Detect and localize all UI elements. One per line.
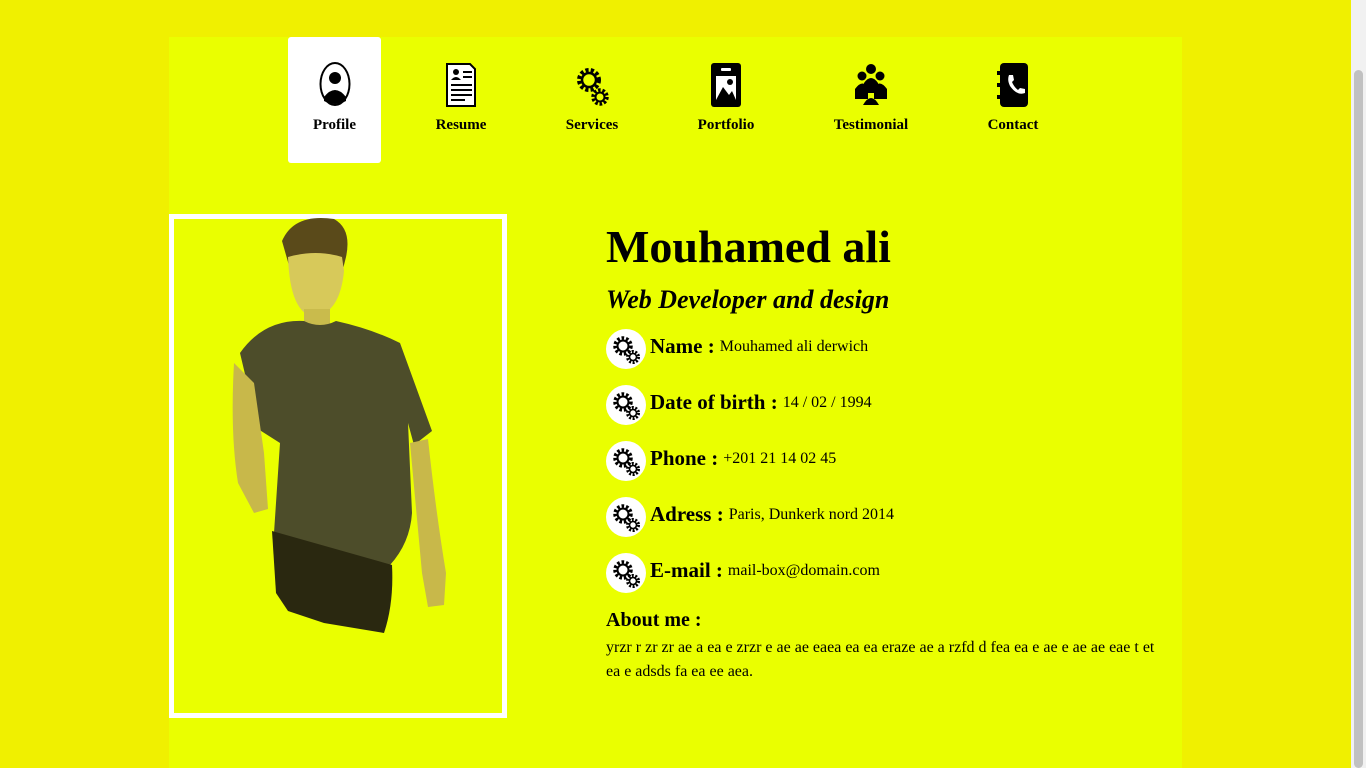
info-row-address: Adress : Paris, Dunkerk nord 2014 — [606, 497, 1166, 537]
field-value: Paris, Dunkerk nord 2014 — [728, 506, 895, 523]
about-heading: About me : — [606, 609, 702, 631]
scrollbar-thumb[interactable] — [1354, 70, 1363, 768]
gear-icon — [606, 553, 646, 593]
top-nav: Profile Resume Services Portfolio Testim… — [288, 37, 1093, 163]
field-value: Mouhamed ali derwich — [719, 338, 869, 355]
nav-label: Services — [565, 117, 619, 133]
field-label: Phone : — [650, 445, 719, 470]
profile-title: Web Developer and design — [606, 285, 890, 314]
info-row-email: E-mail : mail-box@domain.com — [606, 553, 1166, 593]
person-photo — [232, 217, 446, 633]
nav-item-contact[interactable]: Contact — [933, 37, 1093, 163]
resume-icon — [446, 63, 476, 107]
profile-icon — [319, 62, 350, 106]
scrollbar[interactable] — [1351, 0, 1366, 768]
gear-icon — [606, 441, 646, 481]
profile-info: Mouhamed ali Web Developer and design Na… — [606, 217, 1166, 684]
field-label: E-mail : — [650, 557, 723, 582]
nav-item-portfolio[interactable]: Portfolio — [643, 37, 809, 163]
profile-name: Mouhamed ali — [606, 221, 891, 272]
gears-icon — [577, 68, 609, 106]
phone-book-icon — [997, 63, 1028, 107]
info-row-name: Name : Mouhamed ali derwich — [606, 329, 1166, 369]
nav-label: Testimonial — [833, 117, 909, 133]
nav-item-testimonial[interactable]: Testimonial — [809, 37, 933, 163]
nav-label: Contact — [987, 117, 1039, 133]
nav-item-profile[interactable]: Profile — [288, 37, 381, 163]
nav-item-resume[interactable]: Resume — [381, 37, 541, 163]
info-row-phone: Phone : +201 21 14 02 45 — [606, 441, 1166, 481]
portfolio-icon — [711, 63, 741, 107]
nav-item-services[interactable]: Services — [541, 37, 643, 163]
about-text: yrzr r zr zr ae a ea e zrzr e ae ae eaea… — [606, 639, 1155, 680]
profile-photo — [169, 214, 507, 718]
field-label: Adress : — [650, 501, 724, 526]
nav-label: Portfolio — [697, 117, 755, 133]
field-label: Date of birth : — [650, 389, 778, 414]
field-label: Name : — [650, 333, 715, 358]
people-icon — [855, 64, 887, 105]
main-panel: Profile Resume Services Portfolio Testim… — [169, 37, 1182, 768]
gear-icon — [606, 329, 646, 369]
gear-icon — [606, 497, 646, 537]
info-row-dob: Date of birth : 14 / 02 / 1994 — [606, 385, 1166, 425]
field-value: +201 21 14 02 45 — [723, 450, 837, 467]
field-value: 14 / 02 / 1994 — [782, 394, 872, 411]
field-value: mail-box@domain.com — [727, 562, 880, 579]
nav-label: Resume — [435, 117, 487, 133]
gear-icon — [606, 385, 646, 425]
nav-label: Profile — [312, 117, 357, 133]
